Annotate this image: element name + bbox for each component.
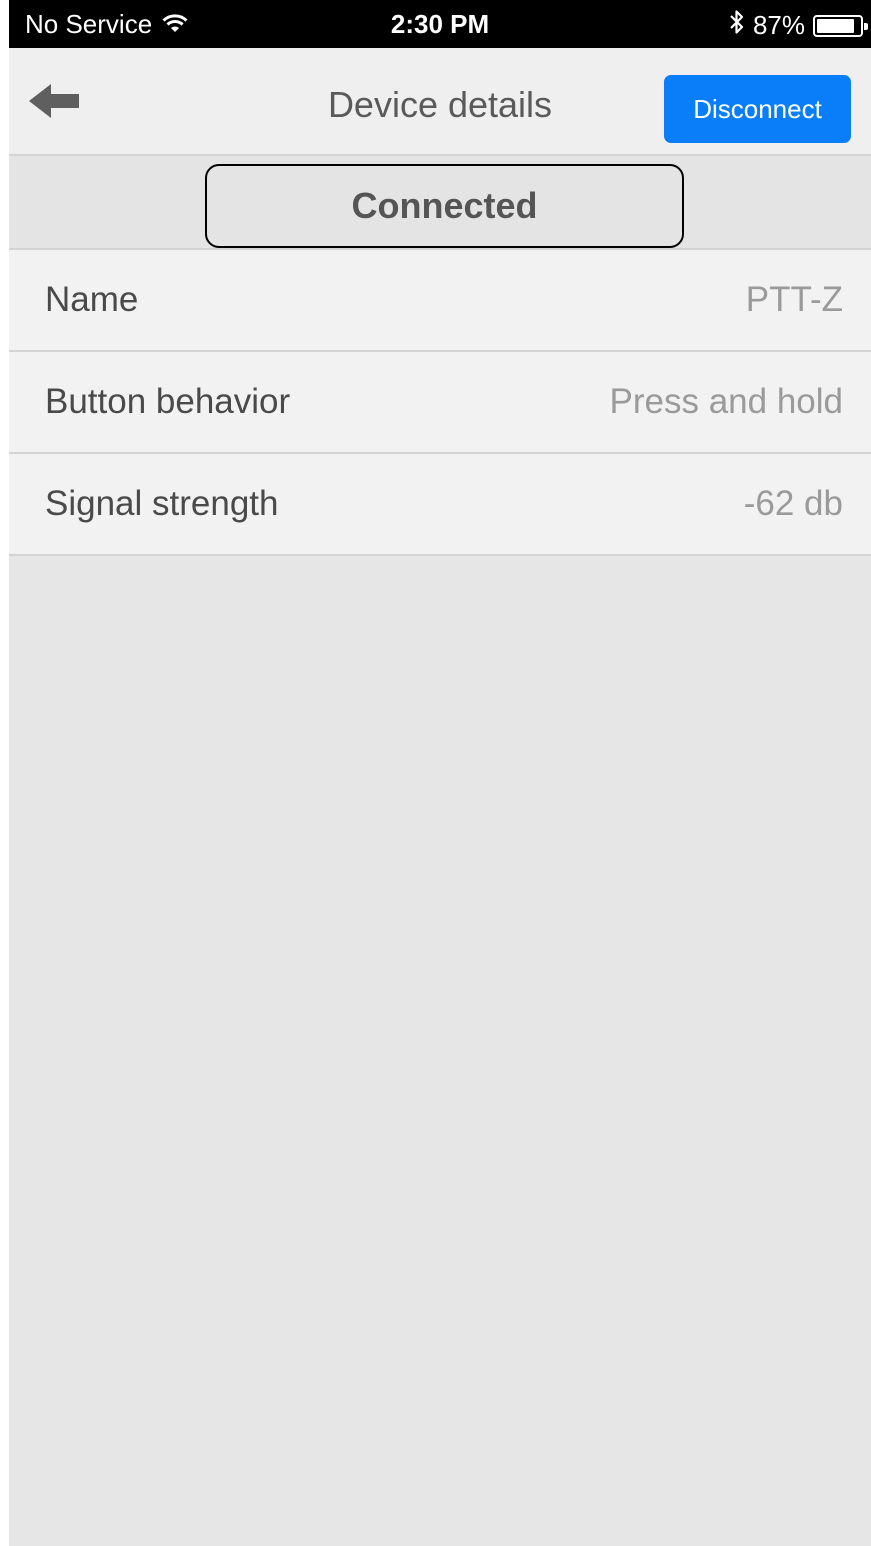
- device-detail-list: Name PTT-Z Button behavior Press and hol…: [9, 250, 871, 556]
- battery-percent: 87%: [752, 10, 805, 40]
- connection-status-bar: Connected: [9, 156, 871, 250]
- battery-fill: [817, 18, 854, 33]
- status-bar: No Service 2:30 PM 87%: [9, 0, 871, 48]
- battery-tip: [864, 22, 868, 30]
- battery-icon: [813, 14, 868, 37]
- bluetooth-icon: [729, 9, 745, 42]
- detail-value: -62 db: [743, 484, 843, 523]
- detail-label: Signal strength: [45, 484, 279, 523]
- detail-label: Button behavior: [45, 382, 291, 421]
- detail-value: Press and hold: [609, 382, 843, 421]
- disconnect-button[interactable]: Disconnect: [664, 75, 851, 143]
- detail-label: Name: [45, 280, 139, 319]
- detail-row-button-behavior[interactable]: Button behavior Press and hold: [9, 352, 871, 454]
- detail-row-signal-strength: Signal strength -62 db: [9, 454, 871, 556]
- connection-status-badge: Connected: [205, 164, 684, 248]
- navigation-bar: Device details Disconnect: [9, 48, 871, 156]
- device-details-screen: No Service 2:30 PM 87% Device details Di…: [9, 0, 871, 1546]
- detail-row-name: Name PTT-Z: [9, 250, 871, 352]
- status-right: 87%: [729, 9, 868, 42]
- detail-value: PTT-Z: [745, 280, 843, 319]
